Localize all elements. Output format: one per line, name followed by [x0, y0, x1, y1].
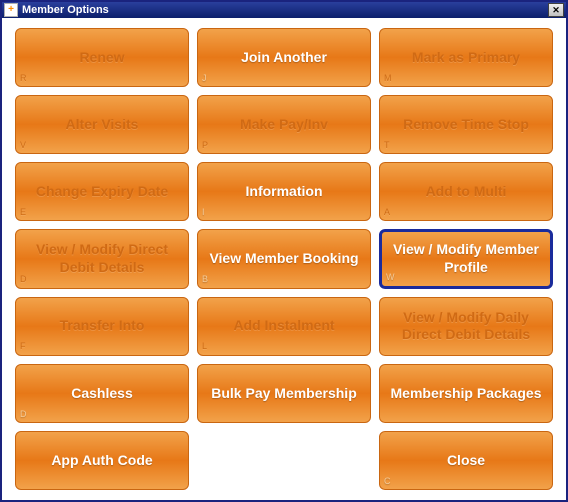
option-button-make-pay-inv[interactable]: Make Pay/Inv P [197, 95, 371, 154]
shortcut-key: T [384, 140, 390, 151]
option-button-information[interactable]: Information I [197, 162, 371, 221]
shortcut-key: A [384, 207, 390, 218]
button-label: View / Modify Member Profile [390, 241, 542, 276]
button-label: Close [447, 452, 485, 470]
shortcut-key: M [384, 73, 392, 84]
button-label: Add Instalment [233, 317, 334, 335]
dialog-window: + Member Options ✕ Renew R Join Another J Ma… [0, 0, 568, 502]
button-label: Alter Visits [66, 116, 139, 134]
shortcut-key: C [384, 476, 391, 487]
button-label: View Member Booking [209, 250, 358, 268]
option-button-join-another[interactable]: Join Another J [197, 28, 371, 87]
titlebar: + Member Options ✕ [2, 2, 566, 18]
button-label: Remove Time Stop [403, 116, 529, 134]
button-label: Change Expiry Date [36, 183, 168, 201]
button-grid: Renew R Join Another J Mark as Primary M Alter… [15, 28, 553, 490]
button-label: Cashless [71, 385, 132, 403]
shortcut-key: B [202, 274, 208, 285]
option-button-view-member-booking[interactable]: View Member BookingB [197, 229, 371, 288]
option-button-view-modify-direct-debit-details[interactable]: View / Modify Direct Debit DetailsD [15, 229, 189, 288]
app-icon: + [4, 3, 18, 17]
shortcut-key: V [20, 140, 26, 151]
shortcut-key: J [202, 73, 207, 84]
button-label: Join Another [241, 49, 327, 67]
option-button-view-modify-member-profile[interactable]: View / Modify Member ProfileW [379, 229, 553, 288]
option-button-membership-packages[interactable]: Membership Packages [379, 364, 553, 423]
button-label: Mark as Primary [412, 49, 520, 67]
option-button-add-to-multi[interactable]: Add to Multi A [379, 162, 553, 221]
button-label: View / Modify Daily Direct Debit Details [388, 309, 544, 344]
option-button-cashless[interactable]: Cashless D [15, 364, 189, 423]
button-label: Membership Packages [391, 385, 542, 403]
shortcut-key: W [386, 272, 395, 283]
option-button-alter-visits[interactable]: Alter Visits V [15, 95, 189, 154]
option-button-remove-time-stop[interactable]: Remove Time Stop T [379, 95, 553, 154]
shortcut-key: P [202, 140, 208, 151]
shortcut-key: L [202, 341, 207, 352]
shortcut-key: D [20, 409, 27, 420]
button-label: Transfer Into [60, 317, 145, 335]
shortcut-key: F [20, 341, 26, 352]
button-label: Make Pay/Inv [240, 116, 328, 134]
option-button-close[interactable]: Close C [379, 431, 553, 490]
button-label: Bulk Pay Membership [211, 385, 357, 403]
option-button-add-instalment[interactable]: Add Instalment L [197, 297, 371, 356]
shortcut-key: D [20, 274, 27, 285]
button-label: Renew [79, 49, 124, 67]
option-button-app-auth-code[interactable]: App Auth Code [15, 431, 189, 490]
option-button-change-expiry-date[interactable]: Change Expiry Date E [15, 162, 189, 221]
button-label: Add to Multi [426, 183, 507, 201]
option-button-transfer-into[interactable]: Transfer Into F [15, 297, 189, 356]
option-button-bulk-pay-membership[interactable]: Bulk Pay Membership [197, 364, 371, 423]
shortcut-key: R [20, 73, 27, 84]
button-label: Information [246, 183, 323, 201]
option-button-renew[interactable]: Renew R [15, 28, 189, 87]
window-title: Member Options [22, 4, 548, 16]
close-icon[interactable]: ✕ [548, 3, 564, 17]
button-label: View / Modify Direct Debit Details [24, 241, 180, 276]
option-button-mark-as-primary[interactable]: Mark as Primary M [379, 28, 553, 87]
content-area: Renew R Join Another J Mark as Primary M Alter… [2, 18, 566, 500]
option-button-view-modify-daily-direct-debit-details[interactable]: View / Modify Daily Direct Debit Details [379, 297, 553, 356]
shortcut-key: E [20, 207, 26, 218]
button-label: App Auth Code [51, 452, 152, 470]
shortcut-key: I [202, 207, 205, 218]
